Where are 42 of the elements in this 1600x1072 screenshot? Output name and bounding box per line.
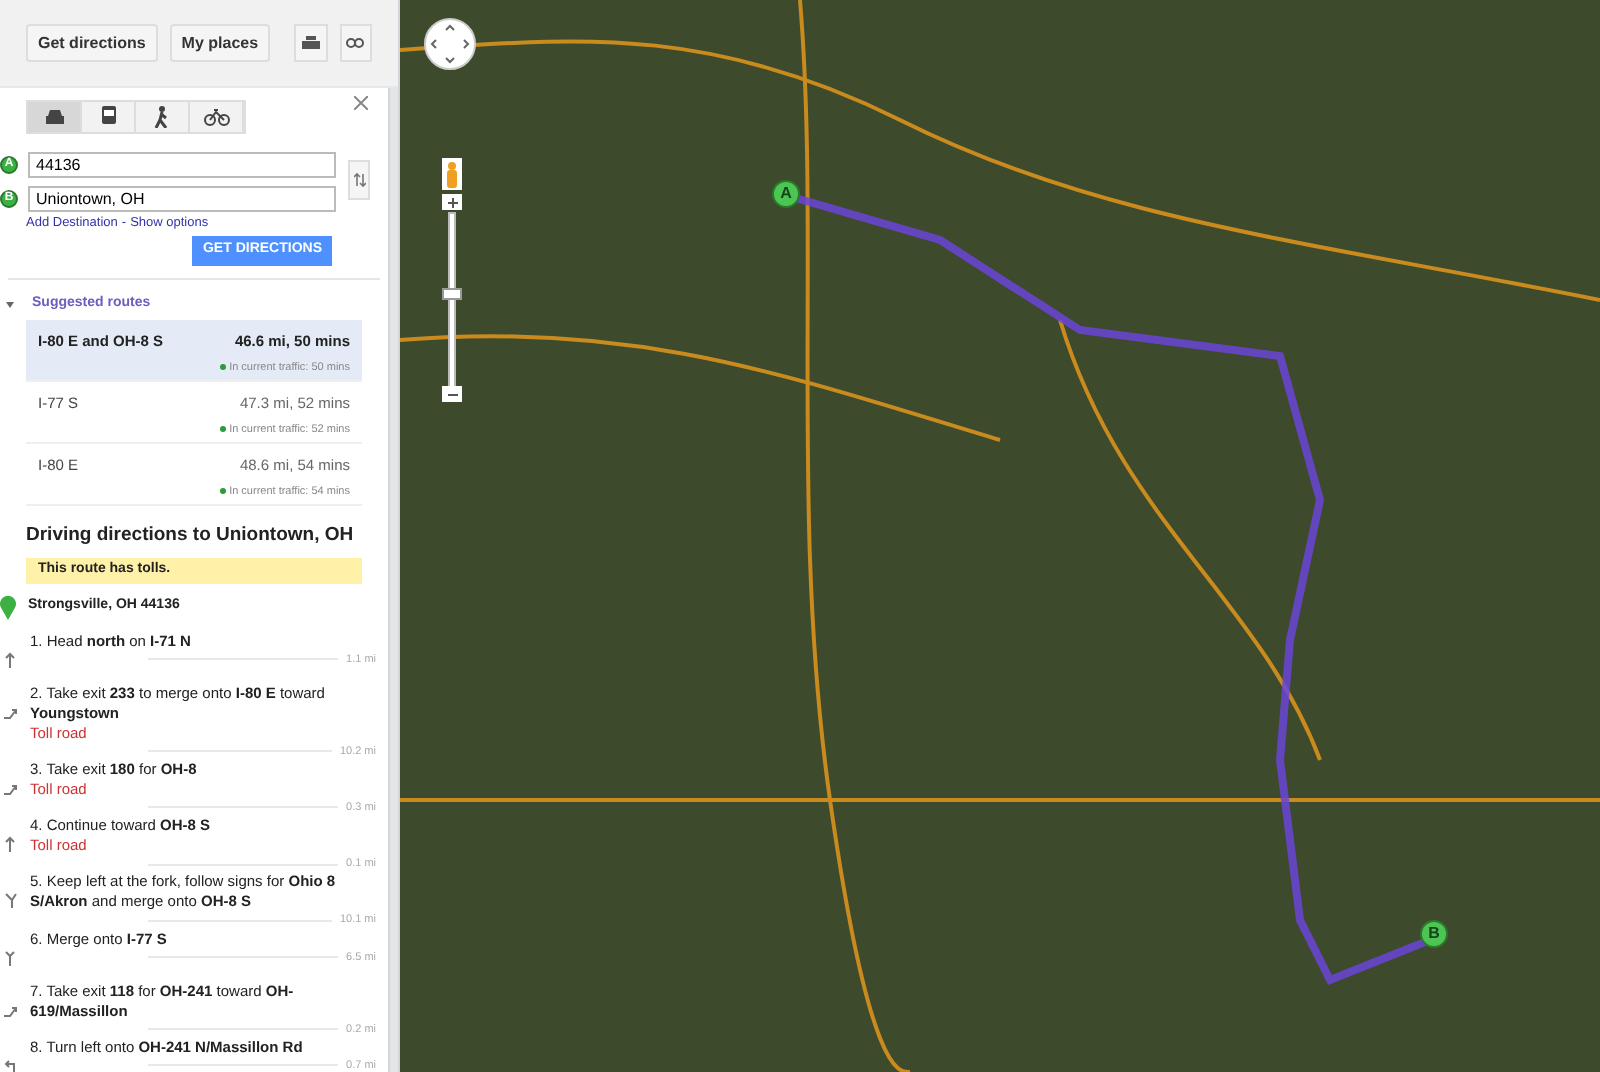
scrollbar[interactable] <box>388 88 398 1072</box>
travel-mode-tab[interactable] <box>190 101 244 131</box>
link-button[interactable] <box>339 24 372 62</box>
location-field[interactable]: 44136 <box>28 152 336 178</box>
close-button[interactable] <box>354 96 368 110</box>
travel-mode-tab[interactable] <box>82 101 136 131</box>
car-icon <box>43 107 65 125</box>
merge-arrow-icon <box>4 949 18 965</box>
directions-title: Driving directions to Uniontown, OH <box>24 522 356 551</box>
ramp-arrow-icon <box>4 1005 18 1017</box>
chain-link-icon <box>346 38 365 48</box>
straight-arrow-icon <box>4 651 16 667</box>
swap-button[interactable] <box>348 160 370 200</box>
printer-icon <box>301 35 320 51</box>
travel-mode-selector[interactable] <box>26 99 246 133</box>
header-button[interactable]: My places <box>169 24 271 62</box>
ramp-arrow-icon <box>4 707 18 719</box>
start-pin-icon <box>0 595 16 619</box>
bicycle-icon <box>203 107 229 125</box>
minus-icon <box>447 393 457 395</box>
bus-icon <box>99 105 117 127</box>
map-marker[interactable]: A <box>772 180 800 208</box>
left-turn-arrow-icon <box>4 1059 18 1072</box>
zoom-slider-track[interactable] <box>448 212 456 392</box>
pan-control[interactable] <box>424 18 476 70</box>
collapse-arrow-icon[interactable] <box>6 301 20 307</box>
swap-arrows-icon <box>353 172 365 188</box>
travel-mode-tab[interactable] <box>136 101 190 131</box>
zoom-out-button[interactable] <box>442 386 462 402</box>
zoom-in-button[interactable] <box>442 194 462 210</box>
satellite-map[interactable]: A B <box>400 0 1600 1072</box>
travel-mode-tab[interactable] <box>28 101 82 131</box>
ramp-arrow-icon <box>4 783 18 796</box>
header-button[interactable]: Get directions <box>26 24 158 62</box>
print-button[interactable] <box>294 24 328 62</box>
straight-arrow-icon <box>4 836 16 852</box>
walking-person-icon <box>154 105 170 127</box>
location-field[interactable]: Uniontown, OH <box>28 186 336 212</box>
fork-arrow-icon <box>4 892 18 909</box>
plus-icon <box>447 197 457 207</box>
zoom-slider-thumb[interactable] <box>442 288 462 300</box>
map-marker[interactable]: B <box>1420 920 1448 948</box>
